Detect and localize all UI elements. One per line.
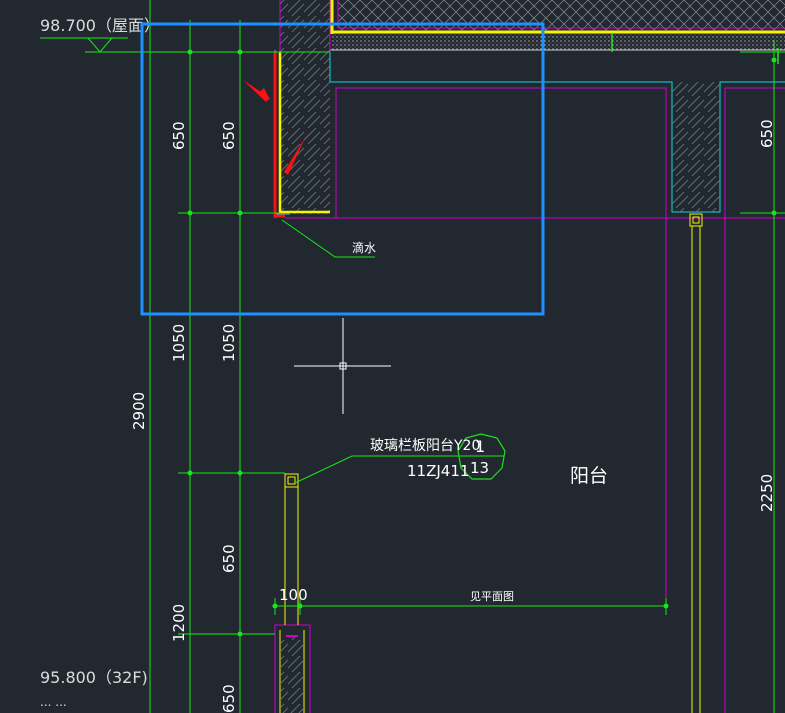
detail-number: 1 (475, 437, 485, 456)
lower-wall-hatch (280, 636, 304, 713)
right-column-hatch (672, 82, 720, 212)
dim-total-2900: 2900 (130, 392, 148, 430)
dim-outer-650-upper: 650 (170, 121, 188, 150)
dim-inner-650-lower: 650 (220, 544, 238, 573)
highlight-box[interactable] (140, 22, 545, 316)
yellow-thin-lines (279, 213, 703, 713)
railing-label: 玻璃栏板阳台Y20 (370, 437, 480, 454)
red-arrow-icon (243, 80, 270, 102)
dim-right-2250: 2250 (758, 474, 776, 512)
dim-inner-1050: 1050 (220, 324, 238, 362)
balcony-label: 阳台 (570, 465, 608, 487)
elevation-bottom-label: 95.800（32F) (40, 668, 148, 687)
dim-outer-1050: 1050 (170, 324, 188, 362)
dim-outer-1200: 1200 (170, 604, 188, 642)
elevation-marker-top (40, 37, 128, 53)
floor-plan-ref-label: 见平面图 (470, 590, 514, 603)
cad-drawing-canvas[interactable]: 98.700（屋面） 95.800（32F) ... ... 650 650 1… (0, 0, 785, 713)
detail-sheet: 13 (470, 459, 489, 477)
elevation-bottom-partial: ... ... (40, 695, 67, 709)
dim-outer-650-bottom: 650 (220, 684, 238, 713)
parapet-wall (279, 0, 331, 214)
railing-ref-label: 11ZJ411 (407, 462, 469, 480)
crosshair-cursor-icon (294, 318, 391, 414)
dim-right-650: 650 (758, 119, 776, 148)
roof-slab (330, 0, 785, 64)
dim-inner-650-upper: 650 (220, 121, 238, 150)
dim-width-100: 100 (279, 586, 308, 604)
drip-label: 滴水 (352, 240, 376, 255)
